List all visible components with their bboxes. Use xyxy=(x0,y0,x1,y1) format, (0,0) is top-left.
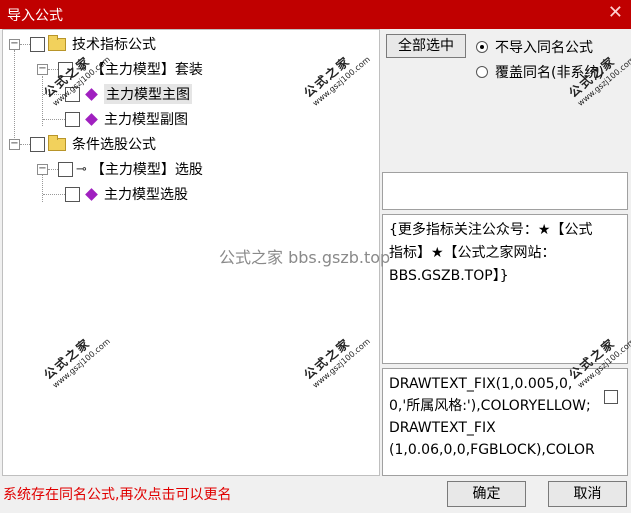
tree-item-label: 主力模型选股 xyxy=(104,187,188,203)
radio-label: 不导入同名公式 xyxy=(495,40,593,56)
description-box[interactable]: {更多指标关注公众号：★【公式指标】★【公式之家网站：BBS.GSZB.TOP】… xyxy=(382,214,628,364)
ok-button[interactable]: 确定 xyxy=(447,481,526,507)
tree-item-label: 【主力模型】选股 xyxy=(90,162,203,178)
close-icon[interactable]: ✕ xyxy=(608,2,623,24)
collapse-icon[interactable]: − xyxy=(37,63,48,75)
tree-item-stock-selection[interactable]: − 条件选股公式 xyxy=(9,132,156,156)
description-text: {更多指标关注公众号：★【公式指标】★【公式之家网站：BBS.GSZB.TOP】… xyxy=(389,222,593,284)
folder-icon xyxy=(48,134,66,151)
tree-item-stock-picker[interactable]: 主力模型选股 xyxy=(43,182,188,206)
tree-connector xyxy=(48,168,58,170)
tree-item-sub-chart[interactable]: 主力模型副图 xyxy=(43,107,188,131)
status-message: 系统存在同名公式,再次点击可以更名 xyxy=(3,487,232,503)
tree-item-label: 条件选股公式 xyxy=(72,137,156,153)
folder-icon xyxy=(48,34,66,51)
tree-checkbox[interactable] xyxy=(65,186,80,202)
tree-item-label: 主力模型副图 xyxy=(104,112,188,128)
watermark-text: 公式之家 bbs.gszb.top xyxy=(219,248,391,267)
collapse-icon[interactable]: − xyxy=(9,38,20,50)
tree-connector xyxy=(20,43,30,45)
radio-selected-icon[interactable] xyxy=(476,41,488,53)
formula-text: DRAWTEXT_FIX(1,0.005,0,0,'所属风格:'),COLORY… xyxy=(389,376,595,458)
title-bar: 导入公式 ✕ xyxy=(0,0,631,29)
radio-unselected-icon[interactable] xyxy=(476,66,488,78)
name-field[interactable] xyxy=(382,172,628,210)
tree-connector xyxy=(43,193,65,195)
tree-item-label: 主力模型主图 xyxy=(104,84,192,104)
formula-icon xyxy=(85,187,98,201)
tree-checkbox[interactable] xyxy=(65,111,80,127)
tree-checkbox[interactable] xyxy=(30,36,45,52)
tree-connector xyxy=(20,143,30,145)
tree-item-main-model-selection[interactable]: − ⊸ 【主力模型】选股 xyxy=(37,157,203,181)
formula-icon xyxy=(85,87,98,101)
collapse-icon[interactable]: − xyxy=(9,138,20,150)
select-all-button[interactable]: 全部选中 xyxy=(386,34,466,58)
cancel-button[interactable]: 取消 xyxy=(548,481,627,507)
formula-preview[interactable]: DRAWTEXT_FIX(1,0.005,0,0,'所属风格:'),COLORY… xyxy=(382,368,628,476)
tree-connector xyxy=(48,68,58,70)
tree-connector xyxy=(43,118,65,120)
formula-icon xyxy=(85,112,98,126)
tree-checkbox[interactable] xyxy=(30,136,45,152)
collapse-icon[interactable]: − xyxy=(37,163,48,175)
window-title: 导入公式 xyxy=(7,8,63,24)
tree-checkbox[interactable] xyxy=(58,161,73,177)
formula-checkbox[interactable] xyxy=(604,390,618,404)
radio-no-import[interactable]: 不导入同名公式 xyxy=(476,37,593,57)
key-icon: ⊸ xyxy=(76,161,87,177)
